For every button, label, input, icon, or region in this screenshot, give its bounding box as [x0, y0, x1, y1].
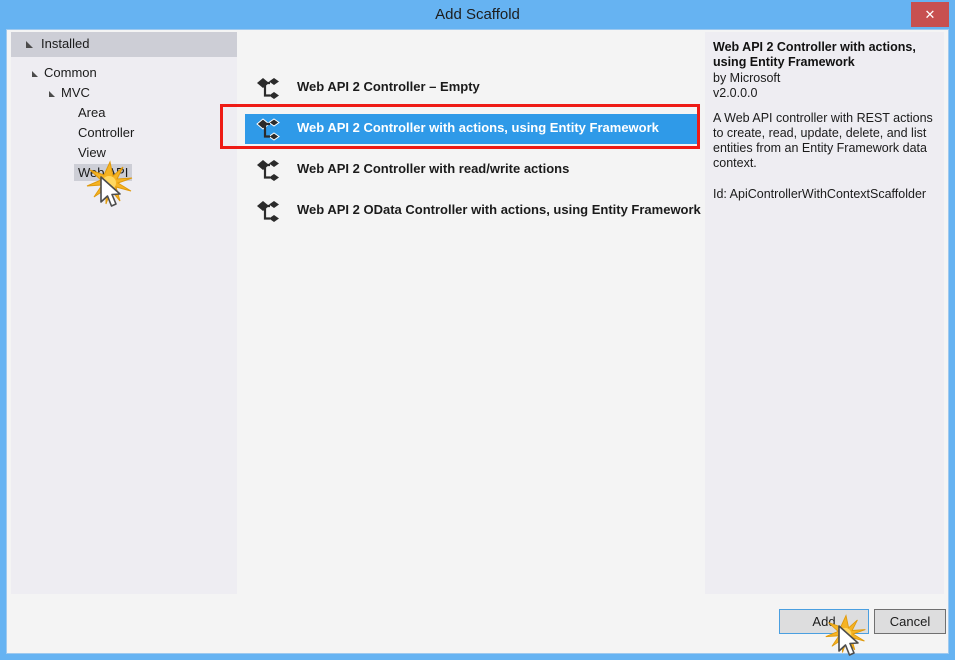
chevron-down-icon: [32, 71, 38, 77]
detail-author: by Microsoft: [713, 71, 781, 85]
installed-label: Installed: [41, 36, 90, 51]
list-item-web-api-2-controller-empty[interactable]: Web API 2 Controller – Empty: [245, 73, 697, 103]
scaffold-branch-icon: [255, 158, 285, 184]
add-button[interactable]: Add: [779, 609, 869, 634]
tree-item-label: Web API: [74, 164, 133, 181]
tree-item-controller[interactable]: Controller: [11, 124, 237, 144]
tree-item-label: View: [78, 145, 106, 160]
scaffold-list: Web API 2 Controller – Empty Web API 2 C…: [239, 32, 703, 594]
scaffold-branch-icon: [255, 76, 285, 102]
tree-item-area[interactable]: Area: [11, 104, 237, 124]
scaffold-details-panel: Web API 2 Controller with actions, using…: [705, 32, 944, 594]
tree-item-view[interactable]: View: [11, 144, 237, 164]
tree-item-label: MVC: [61, 85, 90, 100]
tree-item-label: Area: [78, 105, 106, 120]
scaffold-category-tree: Common MVC Area Controller View Web API: [11, 64, 237, 184]
tree-item-web-api[interactable]: Web API: [11, 164, 237, 184]
cancel-button[interactable]: Cancel: [874, 609, 946, 634]
detail-title: Web API 2 Controller with actions, using…: [713, 40, 916, 69]
chevron-down-icon: [26, 41, 33, 48]
detail-version: v2.0.0.0: [713, 86, 758, 100]
dialog-title: Add Scaffold: [435, 6, 520, 23]
list-item-web-api-2-odata-controller-with-actions-ef[interactable]: Web API 2 OData Controller with actions,…: [245, 196, 701, 226]
chevron-down-icon: [49, 91, 55, 97]
list-item-web-api-2-controller-with-actions-ef[interactable]: Web API 2 Controller with actions, using…: [245, 114, 697, 144]
detail-description: A Web API controller with REST actions t…: [713, 111, 933, 170]
installed-header[interactable]: Installed: [11, 32, 237, 57]
list-item-label: Web API 2 Controller with read/write act…: [297, 161, 570, 176]
list-item-label: Web API 2 OData Controller with actions,…: [297, 202, 701, 217]
scaffold-branch-icon: [255, 117, 285, 143]
tree-item-common[interactable]: Common: [11, 64, 237, 84]
detail-id: Id: ApiControllerWithContextScaffolder: [713, 187, 927, 201]
title-bar: Add Scaffold ✕: [0, 0, 955, 29]
dialog-footer: Add Cancel: [7, 595, 948, 653]
tree-item-label: Controller: [78, 125, 135, 140]
tree-item-mvc[interactable]: MVC: [11, 84, 237, 104]
add-scaffold-dialog: Add Scaffold ✕ Installed Common MVC Area: [0, 0, 955, 660]
list-item-web-api-2-controller-read-write[interactable]: Web API 2 Controller with read/write act…: [245, 155, 697, 185]
close-icon[interactable]: ✕: [911, 2, 949, 27]
tree-item-label: Common: [44, 65, 97, 80]
list-item-label: Web API 2 Controller with actions, using…: [297, 120, 659, 135]
list-item-label: Web API 2 Controller – Empty: [297, 79, 480, 94]
scaffold-branch-icon: [255, 199, 285, 225]
installed-panel: Installed Common MVC Area Controller Vie…: [11, 32, 237, 594]
dialog-client-area: Installed Common MVC Area Controller Vie…: [6, 29, 949, 654]
